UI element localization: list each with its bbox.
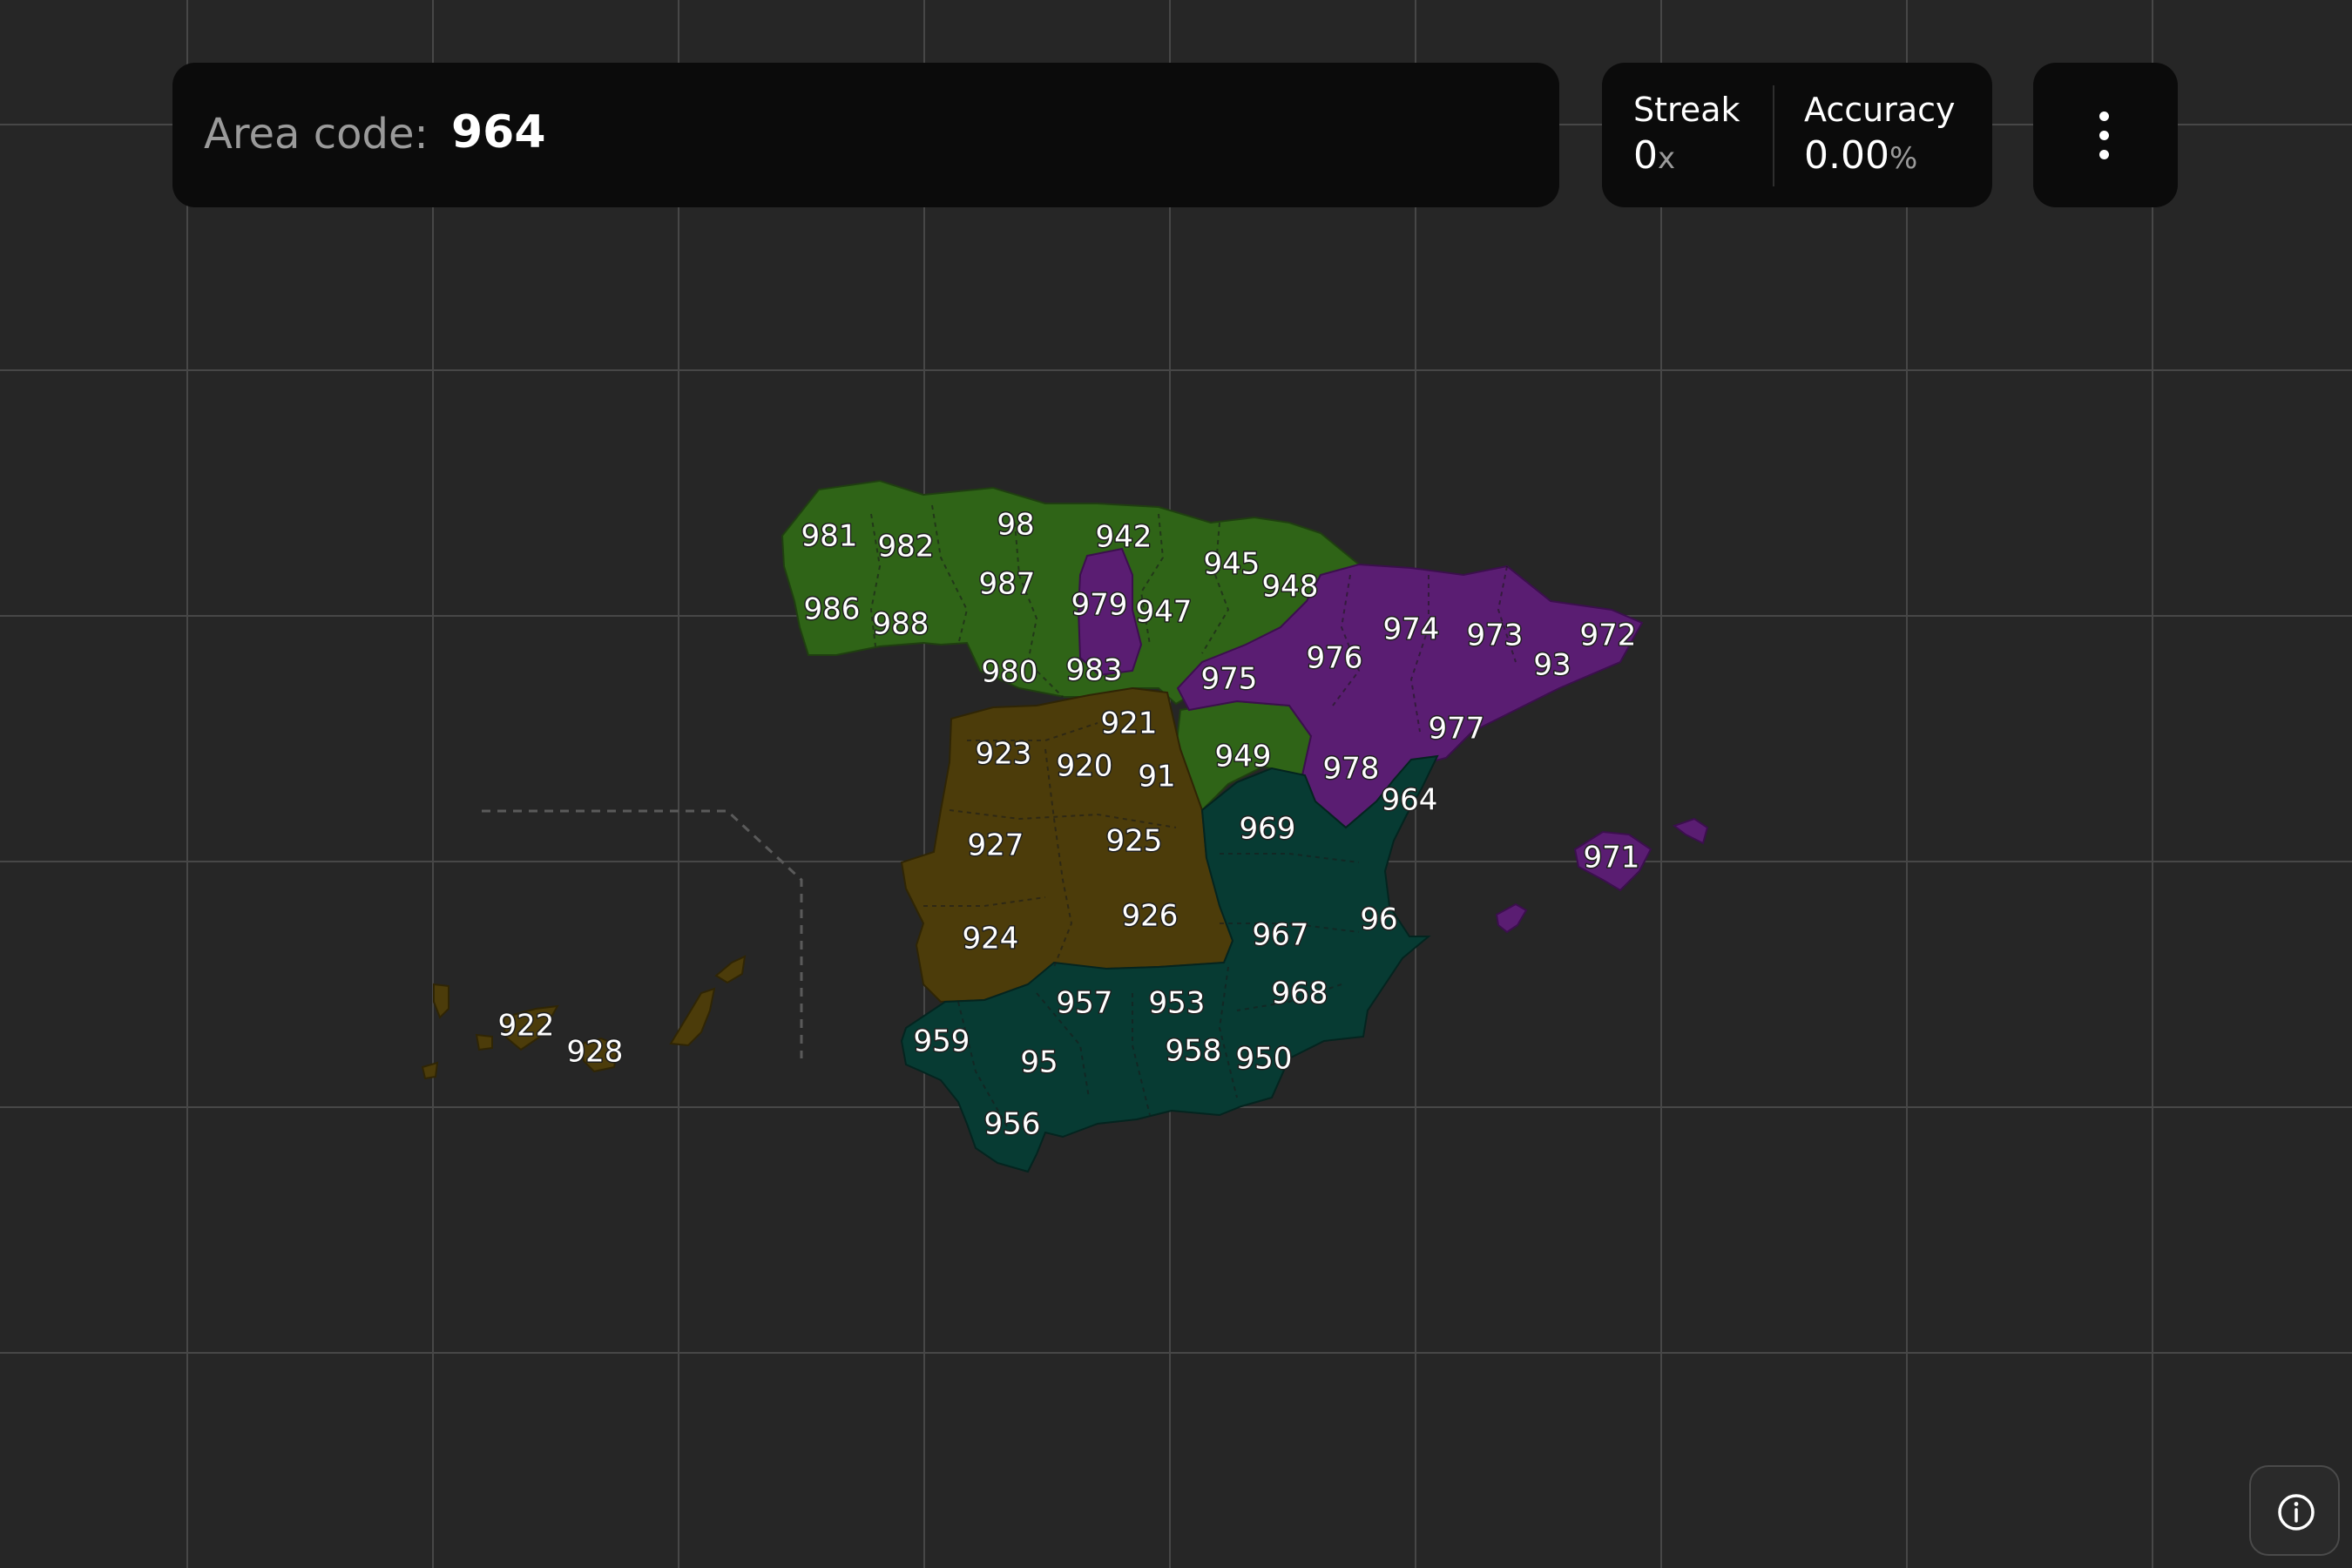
accuracy-value: 0.00 — [1804, 133, 1889, 178]
area-code-label: 979 — [1071, 588, 1128, 623]
region-brown-canary-gomera[interactable] — [475, 1033, 493, 1051]
area-code-label: 975 — [1201, 662, 1258, 697]
area-code-label: 969 — [1240, 812, 1296, 847]
area-code-label: Area code: — [204, 110, 429, 159]
area-code-label: 927 — [968, 828, 1024, 863]
stats-divider — [1773, 85, 1774, 186]
area-code-label: 958 — [1166, 1034, 1222, 1069]
area-code-label: 921 — [1101, 706, 1158, 741]
area-code-label: 978 — [1323, 752, 1380, 787]
area-code-label: 925 — [1106, 824, 1163, 859]
region-brown-canary-lapalma[interactable] — [433, 983, 449, 1019]
area-code-label: 971 — [1584, 841, 1640, 875]
area-code-label: 974 — [1383, 612, 1440, 647]
streak-stat: Streak 0x — [1633, 89, 1740, 181]
region-purple-balearic-ibiza[interactable] — [1495, 902, 1528, 934]
region-purple-balearic-menorca[interactable] — [1672, 817, 1709, 845]
area-code-label: 987 — [979, 567, 1036, 602]
area-code-label: 947 — [1136, 595, 1193, 630]
area-code-label: 924 — [963, 922, 1019, 956]
streak-label: Streak — [1633, 91, 1740, 129]
area-code-label: 942 — [1096, 520, 1152, 555]
accuracy-stat: Accuracy 0.00% — [1804, 89, 1956, 181]
area-code-value: 964 — [451, 106, 546, 159]
menu-button[interactable] — [2033, 63, 2178, 207]
area-code-label: 976 — [1307, 641, 1363, 676]
area-code-label: 920 — [1057, 749, 1113, 784]
region-brown-canary-hierro[interactable] — [421, 1061, 439, 1080]
vertical-dots-icon — [2099, 112, 2112, 160]
area-code-label: 964 — [1382, 783, 1438, 818]
area-code-label: 967 — [1253, 918, 1309, 953]
area-code-label: 923 — [976, 737, 1032, 772]
area-code-label: 95 — [1020, 1045, 1058, 1080]
region-brown-canary-fuerteventura[interactable] — [669, 987, 716, 1047]
area-code-label: 973 — [1467, 618, 1524, 653]
streak-unit: x — [1658, 141, 1676, 176]
area-code-label: 988 — [873, 607, 929, 642]
area-code-prompt-panel: Area code: 964 — [172, 63, 1559, 207]
area-code-label: 945 — [1204, 547, 1260, 582]
area-code-label: 968 — [1272, 977, 1328, 1011]
stats-panel: Streak 0x Accuracy 0.00% — [1602, 63, 1992, 207]
area-code-label: 972 — [1580, 618, 1637, 653]
info-button[interactable] — [2249, 1465, 2340, 1556]
area-code-label: 957 — [1057, 986, 1113, 1021]
area-code-label: 948 — [1262, 570, 1319, 605]
area-code-label: 928 — [567, 1035, 624, 1070]
info-icon — [2278, 1494, 2315, 1531]
area-code-label: 91 — [1138, 760, 1175, 794]
area-code-label: 953 — [1149, 986, 1206, 1021]
area-code-label: 986 — [804, 592, 861, 627]
area-code-label: 949 — [1215, 740, 1272, 774]
area-code-label: 959 — [914, 1024, 970, 1059]
area-code-label: 981 — [801, 519, 858, 554]
spain-area-code-map[interactable]: 981 982 98 942 945 948 987 979 947 986 9… — [0, 0, 2352, 1568]
streak-value: 0 — [1633, 133, 1658, 178]
area-code-label: 98 — [997, 508, 1034, 543]
region-brown-canary-lanzarote[interactable] — [714, 955, 747, 984]
accuracy-label: Accuracy — [1804, 91, 1956, 129]
area-code-label: 96 — [1360, 902, 1397, 937]
area-code-label: 950 — [1236, 1042, 1293, 1077]
area-code-label: 977 — [1429, 712, 1485, 747]
area-code-label: 980 — [982, 655, 1038, 690]
area-code-label: 93 — [1533, 648, 1571, 683]
area-code-label: 922 — [498, 1009, 555, 1044]
area-code-label: 926 — [1122, 899, 1179, 934]
area-code-label: 982 — [878, 530, 935, 564]
area-code-label: 983 — [1066, 653, 1123, 688]
accuracy-unit: % — [1889, 141, 1918, 176]
area-code-label: 956 — [984, 1107, 1041, 1142]
